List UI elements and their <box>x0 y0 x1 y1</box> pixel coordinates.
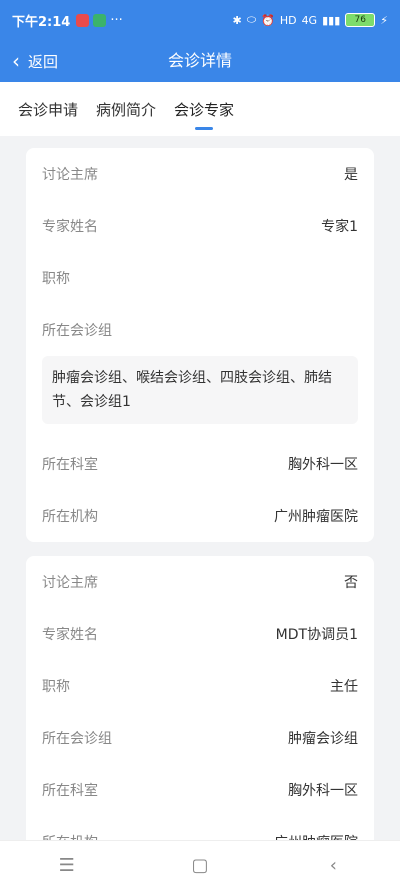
tab-consult-experts[interactable]: 会诊专家 <box>174 99 234 120</box>
chair-label: 讨论主席 <box>42 575 98 591</box>
org-label: 所在机构 <box>42 832 98 840</box>
title-label: 职称 <box>42 679 70 695</box>
name-value: MDT协调员1 <box>275 627 358 643</box>
network-type: 4G <box>301 13 318 27</box>
name-label: 专家姓名 <box>42 219 98 235</box>
more-notifications-icon: ··· <box>110 12 123 28</box>
group-label: 所在会诊组 <box>42 731 112 747</box>
name-label: 专家姓名 <box>42 627 98 643</box>
group-value: 肿瘤会诊组 <box>288 731 358 747</box>
hd-badge: HD <box>279 13 297 27</box>
group-row: 所在会诊组 <box>42 304 358 356</box>
dept-row: 所在科室 胸外科一区 <box>42 438 358 490</box>
chair-label: 讨论主席 <box>42 167 98 183</box>
name-row: 专家姓名 MDT协调员1 <box>42 608 358 660</box>
tab-bar: 会诊申请 病例简介 会诊专家 <box>0 82 400 136</box>
org-row: 所在机构 广州肿瘤医院 <box>42 490 358 542</box>
group-label: 所在会诊组 <box>42 323 112 339</box>
org-row: 所在机构 广州肿瘤医院 <box>42 816 358 840</box>
title-row: 职称 主任 <box>42 660 358 712</box>
back-label: 返回 <box>28 52 59 71</box>
page-title: 会诊详情 <box>167 51 232 70</box>
alarm-icon: ⏰ <box>261 13 275 27</box>
netease-music-icon <box>76 13 90 27</box>
chevron-left-icon: ‹ <box>12 49 20 73</box>
status-icons: ✱ ⬭ ⏰ HD 4G ▮▮▮ 76 ⚡ <box>232 13 388 27</box>
status-bar: 下午2:14 ··· ✱ ⬭ ⏰ HD 4G ▮▮▮ 76 ⚡ <box>0 0 400 40</box>
org-value: 广州肿瘤医院 <box>274 832 358 840</box>
title-row: 职称 <box>42 252 358 304</box>
signal-icon: ▮▮▮ <box>322 13 341 27</box>
back-nav-icon[interactable]: ‹ <box>313 855 353 876</box>
name-row: 专家姓名 专家1 <box>42 200 358 252</box>
org-label: 所在机构 <box>42 509 98 525</box>
dept-value: 胸外科一区 <box>288 457 358 473</box>
dept-value: 胸外科一区 <box>288 783 358 799</box>
name-value: 专家1 <box>321 219 358 235</box>
chair-value: 否 <box>344 575 358 591</box>
chair-row: 讨论主席 是 <box>42 148 358 200</box>
tab-consult-request[interactable]: 会诊申请 <box>18 99 78 120</box>
toggle-icon: ⬭ <box>246 13 257 26</box>
system-nav-bar: ☰ ▢ ‹ <box>0 840 400 889</box>
dept-label: 所在科室 <box>42 457 98 473</box>
battery-icon: 76 <box>345 13 376 27</box>
group-value: 肿瘤会诊组、喉结会诊组、四肢会诊组、肺结节、会诊组1 <box>42 356 358 424</box>
chair-row: 讨论主席 否 <box>42 556 358 608</box>
back-button[interactable]: ‹ 返回 <box>12 40 58 82</box>
security-app-icon <box>93 13 107 27</box>
group-row: 所在会诊组 肿瘤会诊组 <box>42 712 358 764</box>
status-time: 下午2:14 <box>12 14 71 30</box>
chair-value: 是 <box>344 167 358 183</box>
expert-card: 讨论主席 是 专家姓名 专家1 职称 所在会诊组 肿瘤会诊组、喉结会诊组、四肢会… <box>26 148 374 542</box>
org-value: 广州肿瘤医院 <box>274 509 358 525</box>
menu-icon[interactable]: ☰ <box>47 855 87 876</box>
title-value: 主任 <box>330 679 358 695</box>
expert-list[interactable]: 讨论主席 是 专家姓名 专家1 职称 所在会诊组 肿瘤会诊组、喉结会诊组、四肢会… <box>0 136 400 840</box>
bluetooth-icon: ✱ <box>232 13 242 27</box>
dept-label: 所在科室 <box>42 783 98 799</box>
charging-icon: ⚡ <box>380 13 388 27</box>
nav-bar: ‹ 返回 会诊详情 <box>0 40 400 82</box>
title-label: 职称 <box>42 271 70 287</box>
dept-row: 所在科室 胸外科一区 <box>42 764 358 816</box>
expert-card: 讨论主席 否 专家姓名 MDT协调员1 职称 主任 所在会诊组 肿瘤会诊组 所在… <box>26 556 374 840</box>
tab-case-summary[interactable]: 病例简介 <box>96 99 156 120</box>
home-icon[interactable]: ▢ <box>180 855 220 876</box>
